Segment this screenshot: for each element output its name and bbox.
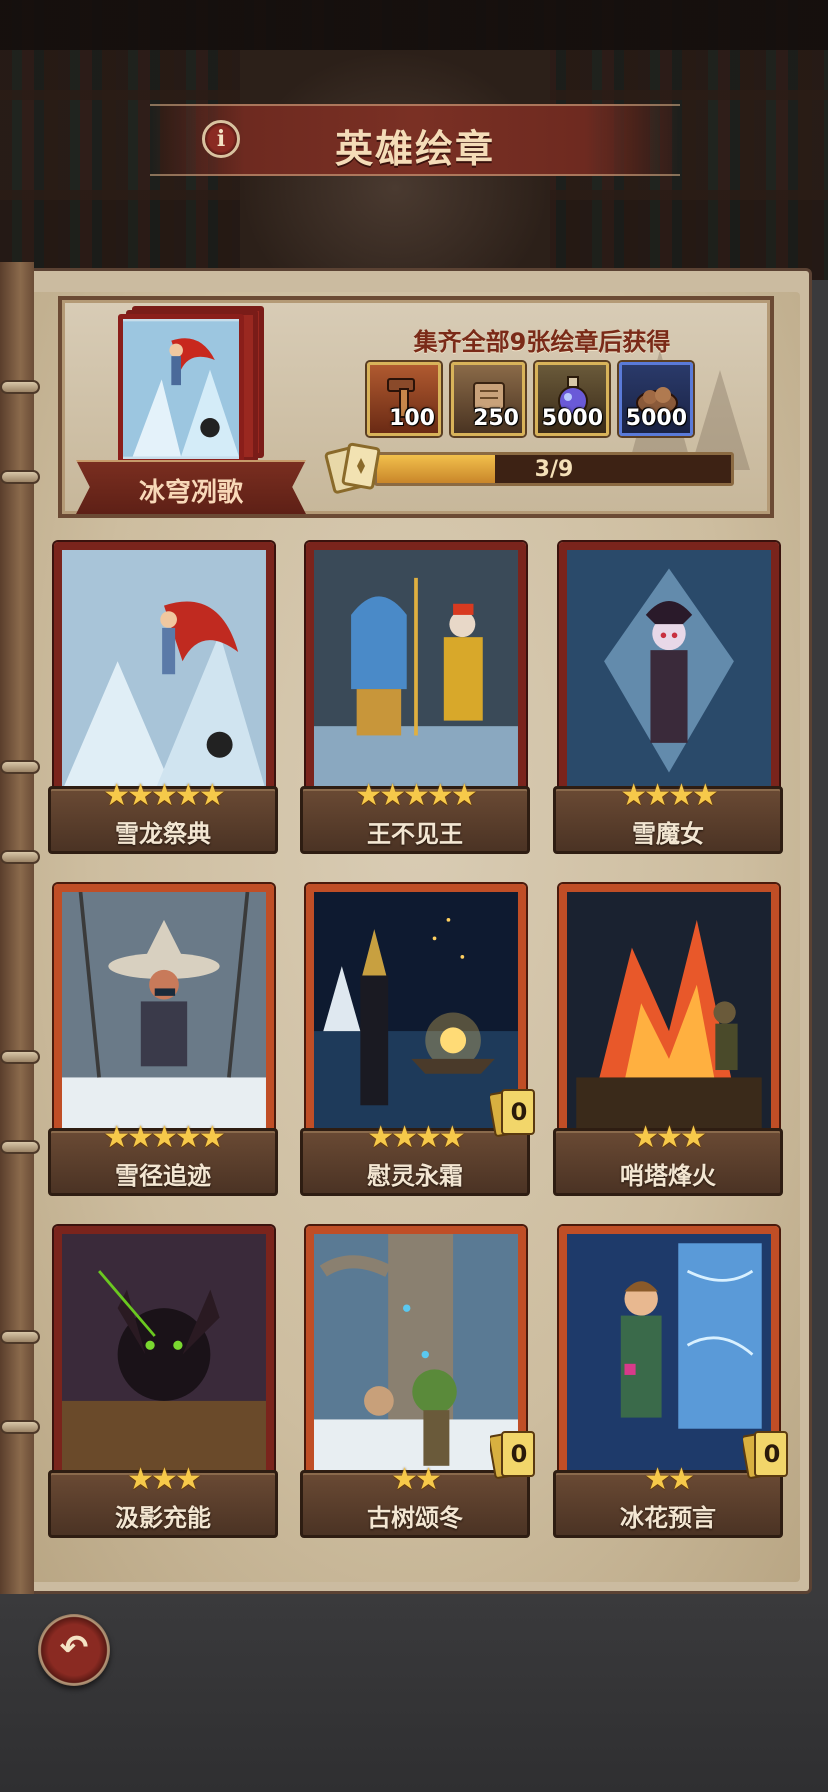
hero-card[interactable]: ★★★ 汲影充能 <box>48 1226 278 1544</box>
binding-ring <box>0 470 40 484</box>
star-rating: ★★★★ <box>620 778 719 813</box>
card-art <box>567 550 771 792</box>
reward-item[interactable]: 5000 <box>535 362 609 436</box>
reward-item[interactable]: 5000 <box>619 362 693 436</box>
progress-label: 3/9 <box>534 457 574 482</box>
card-name: 雪径追迹 <box>115 1162 211 1190</box>
card-name: 冰花预言 <box>620 1504 716 1532</box>
duplicate-count: 0 <box>763 1440 781 1468</box>
back-arrow-icon: ↶ <box>59 1628 89 1668</box>
card-frame <box>559 542 779 802</box>
album-art <box>123 321 239 457</box>
duplicate-count: 0 <box>510 1440 528 1468</box>
reward-condition-text: 集齐全部9张绘章后获得 <box>413 328 671 356</box>
back-button[interactable]: ↶ <box>38 1614 110 1686</box>
card-frame <box>54 542 274 802</box>
card-frame <box>306 542 526 802</box>
card-frame <box>54 884 274 1144</box>
card-name: 哨塔烽火 <box>620 1162 716 1190</box>
collection-progress-bar: 3/9 <box>374 452 734 486</box>
reward-item[interactable]: 250 <box>451 362 525 436</box>
star-rating: ★★★★★ <box>103 778 225 813</box>
hero-card[interactable]: ★★★ 哨塔烽火 <box>553 884 783 1202</box>
binding-ring <box>0 850 40 864</box>
book-spine <box>0 262 34 1602</box>
card-name: 汲影充能 <box>115 1504 211 1532</box>
cards-icon <box>324 442 381 494</box>
card-name: 雪魔女 <box>632 820 704 848</box>
card-art <box>62 892 266 1134</box>
binding-ring <box>0 1420 40 1434</box>
duplicate-count-badge: 0 <box>488 1426 538 1482</box>
hero-card[interactable]: ★★★★★ 雪龙祭典 <box>48 542 278 860</box>
album-name-ribbon: 冰穹冽歌 <box>76 460 306 514</box>
binding-ring <box>0 380 40 394</box>
duplicate-count: 0 <box>510 1098 528 1126</box>
card-name: 古树颂冬 <box>367 1504 463 1532</box>
hero-card[interactable]: ★★ 冰花预言 0 <box>553 1226 788 1544</box>
card-name: 慰灵永霜 <box>367 1162 463 1190</box>
duplicate-count-badge: 0 <box>741 1426 791 1482</box>
card-art <box>62 550 266 792</box>
bottom-bar <box>0 1594 828 1792</box>
reward-amount: 5000 <box>541 406 603 431</box>
star-rating: ★★★ <box>632 1120 707 1155</box>
binding-ring <box>0 1330 40 1344</box>
card-art <box>314 1234 518 1476</box>
info-icon[interactable]: i <box>202 120 240 158</box>
reward-item[interactable]: 100 <box>367 362 441 436</box>
card-frame <box>559 884 779 1144</box>
card-art <box>567 892 771 1134</box>
album-name: 冰穹冽歌 <box>138 478 243 508</box>
hero-card[interactable]: ★★★★★ 王不见王 <box>300 542 530 860</box>
card-name: 王不见王 <box>367 820 463 848</box>
album-front-card <box>118 314 244 464</box>
reward-amount: 5000 <box>625 406 687 431</box>
duplicate-count-badge: 0 <box>488 1084 538 1140</box>
reward-amount: 100 <box>389 406 435 431</box>
card-frame <box>54 1226 274 1486</box>
card-name: 雪龙祭典 <box>115 820 211 848</box>
star-rating: ★★★ <box>127 1462 202 1497</box>
hero-card[interactable]: ★★★★ 慰灵永霜 0 <box>300 884 535 1202</box>
album-cover[interactable] <box>118 306 268 466</box>
binding-ring <box>0 1140 40 1154</box>
binding-ring <box>0 1050 40 1064</box>
card-art <box>314 550 518 792</box>
hero-card[interactable]: ★★ 古树颂冬 0 <box>300 1226 535 1544</box>
card-art <box>567 1234 771 1476</box>
binding-ring <box>0 760 40 774</box>
hero-card[interactable]: ★★★★ 雪魔女 <box>553 542 783 860</box>
card-art <box>62 1234 266 1476</box>
card-art <box>314 892 518 1134</box>
star-rating: ★★★★★ <box>355 778 477 813</box>
reward-amount: 250 <box>473 406 519 431</box>
star-rating: ★★★★★ <box>103 1120 225 1155</box>
hero-card[interactable]: ★★★★★ 雪径追迹 <box>48 884 278 1202</box>
